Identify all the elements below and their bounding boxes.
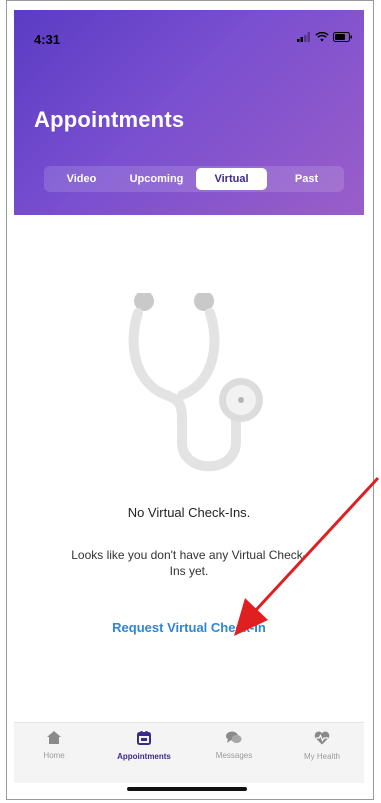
status-icons	[297, 32, 353, 42]
empty-state-title: No Virtual Check-Ins.	[127, 505, 251, 520]
empty-state: No Virtual Check-Ins. Looks like you don…	[14, 215, 364, 715]
home-indicator[interactable]	[127, 787, 247, 791]
heart-icon	[314, 731, 330, 745]
tab-video[interactable]: Video	[46, 168, 117, 190]
bottom-nav: Home Appointments Messages My Health	[14, 722, 364, 783]
appointment-tabs: Video Upcoming Virtual Past	[44, 166, 344, 192]
tab-virtual[interactable]: Virtual	[196, 168, 267, 190]
nav-messages-label: Messages	[215, 751, 253, 760]
wifi-icon	[315, 32, 329, 42]
home-icon	[47, 731, 61, 744]
nav-my-health-label: My Health	[303, 752, 340, 761]
messages-icon	[226, 731, 242, 743]
tab-past[interactable]: Past	[271, 168, 342, 190]
request-virtual-checkin-link[interactable]: Request Virtual Check-In	[14, 620, 364, 635]
status-time: 4:31	[34, 32, 61, 47]
signal-icon	[297, 32, 310, 42]
page-title: Appointments	[34, 107, 185, 132]
nav-home[interactable]: Home	[14, 731, 94, 760]
tab-upcoming[interactable]: Upcoming	[121, 168, 192, 190]
empty-state-message: Looks like you don't have any Virtual Ch…	[71, 548, 307, 578]
nav-my-health[interactable]: My Health	[282, 731, 362, 761]
nav-appointments[interactable]: Appointments	[104, 731, 184, 761]
nav-messages[interactable]: Messages	[194, 731, 274, 760]
battery-icon	[333, 32, 352, 42]
calendar-icon	[137, 731, 151, 745]
nav-home-label: Home	[43, 751, 65, 760]
stethoscope-icon	[128, 293, 263, 472]
nav-appointments-label: Appointments	[117, 752, 171, 761]
